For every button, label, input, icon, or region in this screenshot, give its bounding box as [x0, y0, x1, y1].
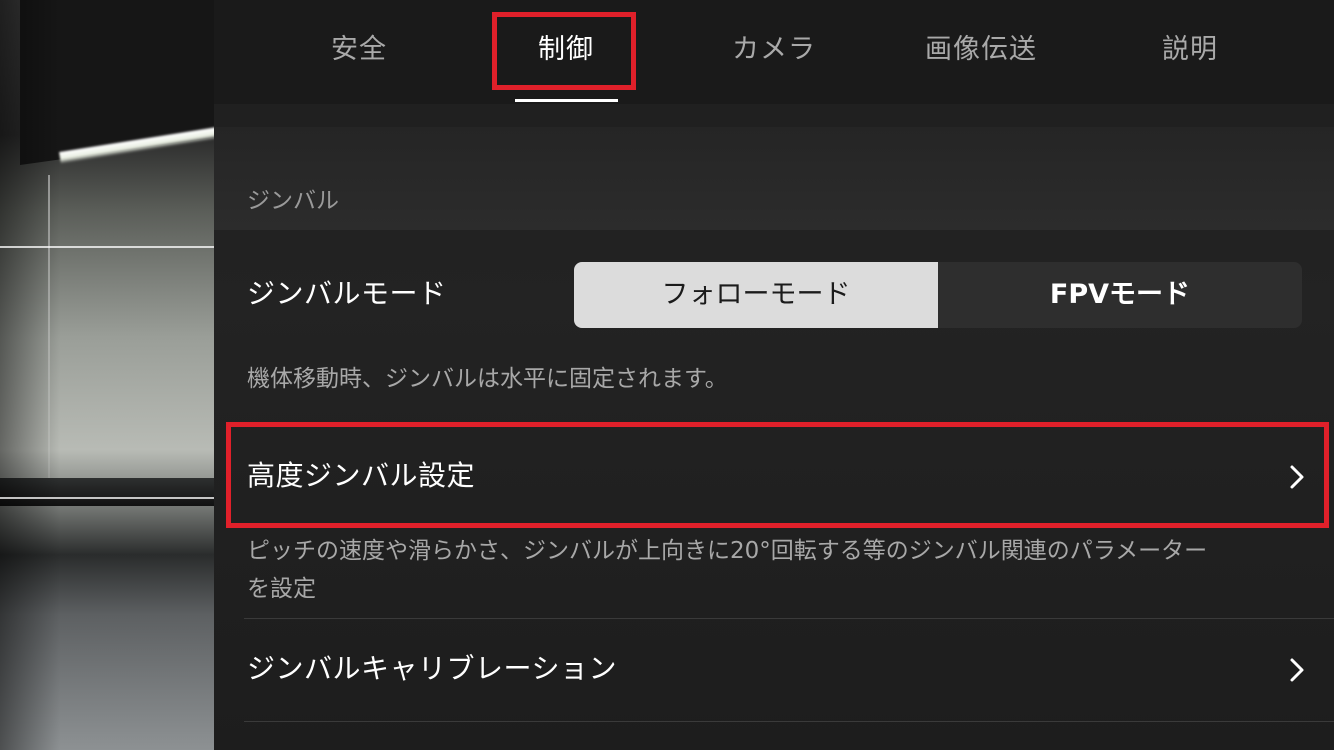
preview-grid-line-top — [0, 246, 214, 248]
section-title: ジンバル — [247, 188, 339, 214]
chevron-right-icon — [1290, 465, 1304, 489]
tab-about[interactable]: 説明 — [1140, 28, 1240, 72]
gimbal-calibration-row[interactable]: ジンバルキャリブレーション — [234, 625, 1324, 715]
tab-transmission[interactable]: 画像伝送 — [911, 28, 1051, 72]
tab-camera[interactable]: カメラ — [714, 28, 834, 72]
advanced-gimbal-description-line2: を設定 — [247, 576, 316, 602]
tab-safety[interactable]: 安全 — [309, 28, 409, 72]
tab-bar: 安全 制御 カメラ 画像伝送 説明 — [214, 0, 1334, 104]
row-divider-bottom — [244, 721, 1334, 722]
camera-preview — [0, 0, 214, 750]
advanced-gimbal-description-line1: ピッチの速度や滑らかさ、ジンバルが上向きに20°回転する等のジンバル関連のパラメ… — [247, 538, 1208, 564]
active-tab-indicator — [515, 99, 618, 102]
row-divider — [244, 618, 1334, 619]
gimbal-mode-segmented-control: フォローモード FPVモード — [574, 262, 1302, 328]
gimbal-mode-label: ジンバルモード — [247, 277, 447, 310]
preview-shade — [0, 0, 60, 750]
gimbal-calibration-label: ジンバルキャリブレーション — [247, 652, 617, 685]
advanced-gimbal-settings-row[interactable]: 高度ジンバル設定 — [234, 430, 1324, 520]
follow-mode-option[interactable]: フォローモード — [574, 262, 938, 328]
settings-panel: 安全 制御 カメラ 画像伝送 説明 ジンバル ジンバルモード フォローモード F… — [214, 0, 1334, 750]
fpv-mode-option[interactable]: FPVモード — [938, 262, 1302, 328]
advanced-gimbal-settings-label: 高度ジンバル設定 — [247, 459, 476, 492]
gimbal-mode-description: 機体移動時、ジンバルは水平に固定されます。 — [247, 366, 728, 392]
section-header-band — [214, 127, 1334, 230]
tab-control[interactable]: 制御 — [516, 28, 616, 72]
preview-grid-line-bottom — [0, 497, 214, 499]
chevron-right-icon — [1290, 658, 1304, 682]
